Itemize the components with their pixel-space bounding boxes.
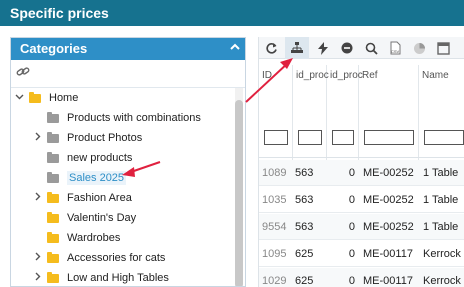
chevron-up-icon[interactable] <box>230 41 240 55</box>
folder-icon <box>29 91 41 103</box>
chevron-right-icon[interactable] <box>31 192 43 204</box>
grid-header: ID id_proc id_proc Ref Name <box>259 65 464 161</box>
tree-item[interactable]: Fashion Area <box>31 188 132 208</box>
column-header[interactable]: ID <box>259 65 293 161</box>
search-icon[interactable] <box>359 37 383 59</box>
table-cell: ME-00252 <box>363 221 414 233</box>
tree-item-label: Sales 2025 <box>67 171 127 185</box>
refresh-icon[interactable] <box>259 37 283 59</box>
table-cell: Kerrock <box>423 248 461 260</box>
table-cell: 1095 <box>262 248 287 260</box>
table-row[interactable]: 1029 625 0 ME-00117 Kerrock <box>259 268 464 287</box>
tree-item-label: Home <box>49 92 79 104</box>
folder-icon <box>47 191 59 203</box>
chevron-right-icon[interactable] <box>31 272 43 284</box>
specific-prices-grid: CSV ID id_proc id_proc Ref Name 1089 563 0 ME-0… <box>258 37 464 287</box>
folder-icon <box>47 251 59 263</box>
table-cell: 0 <box>348 194 355 206</box>
table-cell: 563 <box>295 221 314 233</box>
table-cell: Kerrock <box>423 275 461 287</box>
categories-header[interactable]: Categories <box>11 38 245 60</box>
column-filter-input[interactable] <box>424 130 464 145</box>
grid-toolbar: CSV <box>259 37 464 59</box>
tree-item[interactable]: Home <box>13 88 78 108</box>
tree-scrollbar[interactable] <box>235 88 243 286</box>
table-cell: 1089 <box>262 167 287 179</box>
chevron-right-icon[interactable] <box>31 252 43 264</box>
categories-title: Categories <box>20 41 88 56</box>
tree-item[interactable]: Product Photos <box>31 128 142 148</box>
column-filter-input[interactable] <box>264 130 288 145</box>
table-cell: 1 Table <box>423 194 459 206</box>
tree-item[interactable]: Low and High Tables <box>31 268 169 286</box>
sitemap-icon[interactable] <box>285 37 309 59</box>
tree-item[interactable]: Sales 2025 <box>31 168 127 188</box>
tree-item-label: Products with combinations <box>67 112 201 124</box>
table-row[interactable]: 1035 563 0 ME-00252 1 Table <box>259 187 464 213</box>
table-cell: 1 Table <box>423 221 459 233</box>
window-icon[interactable] <box>431 37 455 59</box>
page-title: Specific prices <box>10 5 109 21</box>
csv-export-icon[interactable]: CSV <box>383 37 407 59</box>
table-cell: 0 <box>348 248 355 260</box>
table-cell: ME-00252 <box>363 194 414 206</box>
tree-item[interactable]: new products <box>31 148 132 168</box>
chevron-right-icon[interactable] <box>31 132 43 144</box>
table-cell: 9554 <box>262 221 287 233</box>
folder-icon <box>47 151 59 163</box>
table-cell: 563 <box>295 167 314 179</box>
tree-item-label: Product Photos <box>67 132 143 144</box>
svg-text:CSV: CSV <box>391 49 400 54</box>
tree-item[interactable]: Valentin's Day <box>31 208 136 228</box>
table-cell: 1035 <box>262 194 287 206</box>
tree-item-label: Low and High Tables <box>67 272 169 284</box>
tree-item-label: Wardrobes <box>67 232 121 244</box>
table-cell: ME-00117 <box>363 275 413 287</box>
categories-toolbar <box>11 60 245 88</box>
column-filter-input[interactable] <box>332 130 354 145</box>
categories-panel: Categories Home Products with combination… <box>10 37 246 287</box>
table-cell: 0 <box>348 275 355 287</box>
folder-icon <box>47 231 59 243</box>
link-icon[interactable] <box>16 65 30 79</box>
tree-item-label: Accessories for cats <box>67 252 166 264</box>
table-cell: 1 Table <box>423 167 459 179</box>
scrollbar-thumb[interactable] <box>235 100 243 286</box>
column-header[interactable]: id_proc <box>327 65 363 161</box>
tree-item[interactable]: Accessories for cats <box>31 248 165 268</box>
table-row[interactable]: 1089 563 0 ME-00252 1 Table <box>259 160 464 186</box>
table-cell: ME-00252 <box>363 167 414 179</box>
column-header[interactable]: Name <box>419 65 464 161</box>
table-cell: 625 <box>295 248 314 260</box>
column-header[interactable]: id_proc <box>293 65 329 161</box>
tree-item[interactable]: Products with combinations <box>31 108 201 128</box>
minus-circle-icon[interactable] <box>335 37 359 59</box>
folder-icon <box>47 131 59 143</box>
pie-chart-icon[interactable] <box>407 37 431 59</box>
table-cell: 0 <box>348 221 355 233</box>
folder-icon <box>47 171 59 183</box>
tree-item-label: new products <box>67 152 133 164</box>
lightning-icon[interactable] <box>311 37 335 59</box>
column-filter-input[interactable] <box>298 130 322 145</box>
divider <box>259 157 464 158</box>
column-header[interactable]: Ref <box>359 65 419 161</box>
folder-icon <box>47 211 59 223</box>
tree-item[interactable]: Wardrobes <box>31 228 120 248</box>
table-cell: 0 <box>348 167 355 179</box>
table-cell: 563 <box>295 194 314 206</box>
folder-icon <box>47 271 59 283</box>
table-row[interactable]: 1095 625 0 ME-00117 Kerrock <box>259 241 464 267</box>
window-title-bar: Specific prices <box>0 0 464 26</box>
tree-item-label: Valentin's Day <box>67 212 137 224</box>
table-cell: ME-00117 <box>363 248 413 260</box>
table-cell: 625 <box>295 275 314 287</box>
tree-item-label: Fashion Area <box>67 192 132 204</box>
chevron-down-icon[interactable] <box>13 92 25 104</box>
folder-icon <box>47 111 59 123</box>
table-row[interactable]: 9554 563 0 ME-00252 1 Table <box>259 214 464 240</box>
column-filter-input[interactable] <box>364 130 414 145</box>
table-cell: 1029 <box>262 275 287 287</box>
